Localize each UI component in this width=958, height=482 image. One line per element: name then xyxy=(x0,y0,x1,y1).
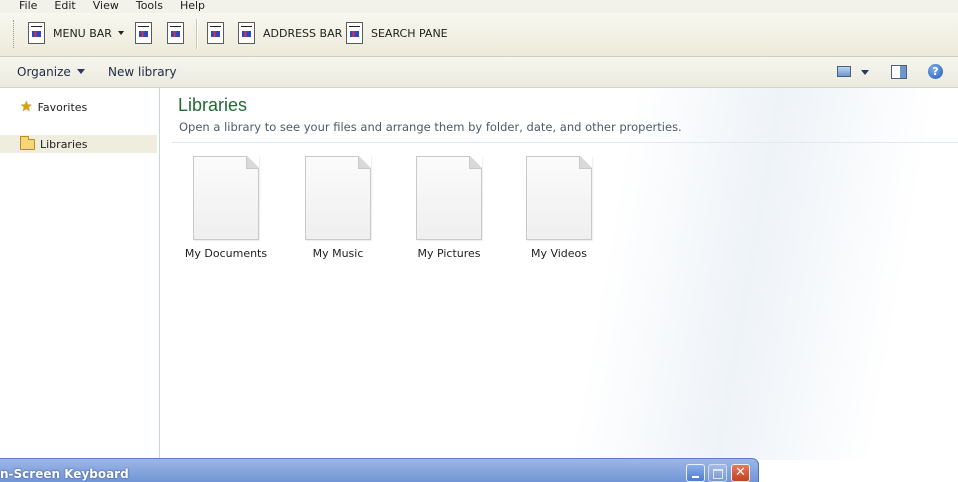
app-document-icon xyxy=(28,22,45,44)
menu-help[interactable]: Help xyxy=(180,0,212,12)
help-icon[interactable]: ? xyxy=(928,64,943,79)
search-pane-label: SEARCH PANE xyxy=(371,26,448,40)
toolbar: MENU BAR ADDRESS BAR SEARCH PANE xyxy=(0,13,958,57)
app-document-icon xyxy=(135,22,152,44)
change-view-icon[interactable] xyxy=(837,66,851,77)
address-bar-label: ADDRESS BAR xyxy=(263,26,343,40)
close-button[interactable]: ✕ xyxy=(731,464,750,482)
library-item-my-videos[interactable]: My Videos xyxy=(504,156,614,260)
library-item-label: My Pictures xyxy=(417,247,481,260)
chevron-down-icon xyxy=(76,69,85,74)
organize-label: Organize xyxy=(17,65,71,79)
command-bar: Organize New library xyxy=(0,57,958,88)
library-item-my-pictures[interactable]: My Pictures xyxy=(394,156,504,260)
menu-bar: File Edit View Tools Help xyxy=(0,0,958,13)
page-subtitle: Open a library to see your files and arr… xyxy=(179,120,682,134)
page-title: Libraries xyxy=(178,95,248,115)
window-title: n-Screen Keyboard xyxy=(0,467,129,481)
search-pane-button[interactable]: SEARCH PANE xyxy=(346,21,448,45)
app-document-icon xyxy=(346,22,363,44)
library-item-label: My Documents xyxy=(184,247,268,260)
maximize-button[interactable] xyxy=(708,464,727,482)
view-options-chevron-icon[interactable] xyxy=(861,70,869,75)
app-document-icon xyxy=(238,22,255,44)
app-document-icon xyxy=(167,22,184,44)
document-file-icon xyxy=(193,156,259,240)
toolbar-button-2[interactable] xyxy=(135,21,152,45)
new-library-button[interactable]: New library xyxy=(108,65,177,79)
new-library-label: New library xyxy=(108,65,177,79)
menu-tools[interactable]: Tools xyxy=(136,0,170,12)
folder-icon xyxy=(20,135,35,150)
toolbar-separator xyxy=(196,19,197,49)
content-pane: Libraries Open a library to see your fil… xyxy=(160,88,958,460)
library-item-label: My Videos xyxy=(530,247,588,260)
menu-file[interactable]: File xyxy=(19,0,44,12)
sidebar-item-favorites[interactable]: ★ Favorites xyxy=(0,98,157,116)
library-item-my-music[interactable]: My Music xyxy=(283,156,393,260)
on-screen-keyboard-titlebar[interactable]: n-Screen Keyboard ✕ xyxy=(0,458,759,482)
sidebar-item-libraries[interactable]: Libraries xyxy=(0,135,157,153)
menu-bar-label: MENU BAR xyxy=(53,26,112,40)
menu-bar-button[interactable]: MENU BAR xyxy=(28,21,112,45)
app-document-icon xyxy=(207,22,224,44)
toolbar-button-3[interactable] xyxy=(167,21,184,45)
minimize-button[interactable] xyxy=(686,464,705,482)
menu-bar-dropdown-icon[interactable] xyxy=(118,31,124,35)
toolbar-grip[interactable] xyxy=(13,20,16,48)
menu-view[interactable]: View xyxy=(93,0,126,12)
header-divider xyxy=(172,142,958,143)
star-icon: ★ xyxy=(20,99,33,115)
toolbar-button-4[interactable] xyxy=(207,21,224,45)
menu-edit[interactable]: Edit xyxy=(54,0,82,12)
address-bar-button[interactable]: ADDRESS BAR xyxy=(238,21,342,45)
sidebar-item-label: Favorites xyxy=(37,100,88,114)
organize-button[interactable]: Organize xyxy=(17,65,85,79)
preview-pane-icon[interactable] xyxy=(891,65,907,79)
sidebar-item-label: Libraries xyxy=(40,137,88,151)
document-file-icon xyxy=(416,156,482,240)
document-file-icon xyxy=(526,156,592,240)
library-item-my-documents[interactable]: My Documents xyxy=(171,156,281,260)
library-item-label: My Music xyxy=(312,247,364,260)
navigation-pane: ★ Favorites Libraries xyxy=(0,88,160,460)
document-file-icon xyxy=(305,156,371,240)
